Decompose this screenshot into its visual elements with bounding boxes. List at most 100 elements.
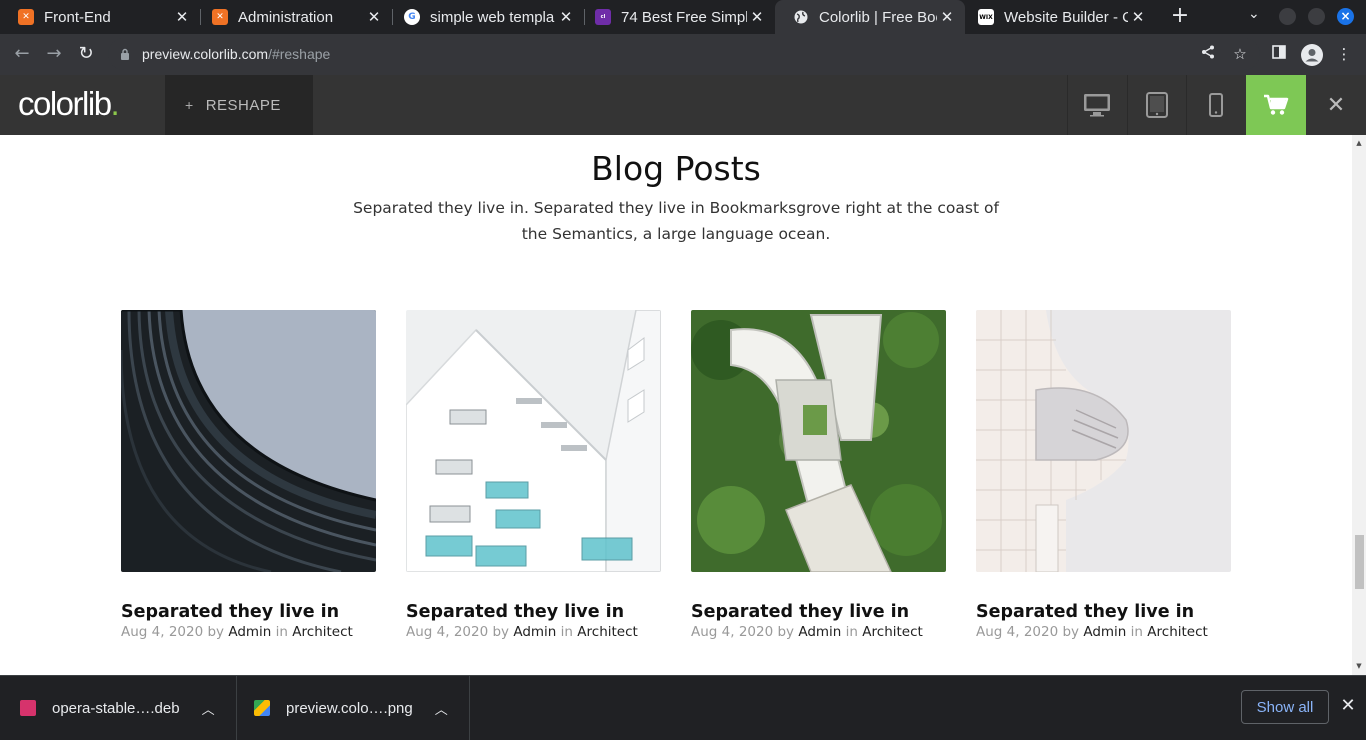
chevron-up-icon[interactable]: ︿	[435, 699, 448, 718]
chevron-down-icon[interactable]: ⌄	[1248, 6, 1260, 22]
tablet-icon	[1146, 92, 1168, 118]
close-icon[interactable]: ✕	[364, 8, 384, 26]
colorlib-logo[interactable]: colorlib.	[18, 85, 120, 123]
post-in-label: in	[275, 624, 288, 640]
close-icon[interactable]: ✕	[937, 8, 957, 26]
post-by-label: by	[492, 624, 510, 640]
buy-theme-button[interactable]	[1246, 75, 1306, 135]
post-author[interactable]: Admin	[228, 624, 271, 640]
close-icon[interactable]: ✕	[747, 8, 767, 26]
post-category[interactable]: Architect	[292, 624, 353, 640]
desktop-view-button[interactable]	[1067, 75, 1126, 135]
download-filename: preview.colo….png	[286, 699, 413, 717]
download-item[interactable]: opera-stable….deb ︿	[20, 676, 215, 740]
address-bar[interactable]: preview.colorlib.com/#reshape	[108, 38, 1260, 70]
back-arrow-icon[interactable]: ←	[11, 43, 33, 65]
tab-administration[interactable]: ✕ Administration ✕	[194, 0, 392, 34]
desktop-icon	[1084, 94, 1110, 117]
plus-icon: +	[185, 97, 194, 113]
minimize-button[interactable]	[1279, 8, 1296, 25]
url-host: preview.colorlib.com	[142, 46, 269, 62]
scroll-up-arrow-icon[interactable]: ▲	[1355, 139, 1363, 147]
side-panel-icon[interactable]	[1269, 44, 1289, 64]
tab-74-best-free-simple[interactable]: cl 74 Best Free Simple ✕	[577, 0, 775, 34]
chevron-up-icon[interactable]: ︿	[202, 699, 215, 718]
scroll-down-arrow-icon[interactable]: ▼	[1355, 662, 1363, 670]
url-text: preview.colorlib.com/#reshape	[142, 46, 330, 62]
post-category[interactable]: Architect	[862, 624, 923, 640]
more-menu-icon[interactable]: ⋮	[1334, 44, 1354, 64]
blog-image-curved-white-building[interactable]	[976, 310, 1231, 572]
wix-icon: WIX	[978, 9, 994, 25]
post-meta: Aug 4, 2020 by Admin in Architect	[406, 624, 661, 640]
tablet-view-button[interactable]	[1127, 75, 1186, 135]
profile-avatar-icon[interactable]	[1301, 44, 1323, 66]
post-date[interactable]: Aug 4, 2020	[406, 624, 488, 640]
new-tab-button[interactable]: +	[1168, 4, 1192, 30]
close-icon[interactable]: ✕	[172, 8, 192, 26]
post-title[interactable]: Separated they live in	[691, 602, 946, 622]
forward-arrow-icon[interactable]: →	[43, 43, 65, 65]
post-title[interactable]: Separated they live in	[121, 602, 376, 622]
reshape-label: RESHAPE	[205, 96, 281, 114]
logo-dot: .	[110, 85, 120, 122]
maximize-button[interactable]	[1308, 8, 1325, 25]
close-icon[interactable]: ✕	[1128, 8, 1148, 26]
star-icon[interactable]: ☆	[1230, 44, 1250, 64]
tab-title: Administration	[238, 8, 334, 26]
post-by-label: by	[1062, 624, 1080, 640]
post-meta: Aug 4, 2020 by Admin in Architect	[976, 624, 1231, 640]
scrollbar-thumb[interactable]	[1355, 535, 1364, 589]
reload-icon[interactable]: ↻	[75, 43, 97, 65]
post-date[interactable]: Aug 4, 2020	[976, 624, 1058, 640]
show-all-downloads-button[interactable]: Show all	[1241, 690, 1329, 724]
tab-simple-web-templates[interactable]: G simple web templa ✕	[386, 0, 584, 34]
preview-bar: colorlib. + RESHAPE ✕	[0, 75, 1366, 135]
post-in-label: in	[560, 624, 573, 640]
post-category[interactable]: Architect	[1147, 624, 1208, 640]
post-author[interactable]: Admin	[1083, 624, 1126, 640]
xampp-icon: ✕	[18, 9, 34, 25]
download-item[interactable]: preview.colo….png ︿	[254, 676, 448, 740]
lock-icon	[120, 48, 132, 60]
tab-website-builder[interactable]: WIX Website Builder - C ✕	[960, 0, 1156, 34]
logo-text: colorlib	[18, 85, 112, 122]
page-scrollbar[interactable]: ▲ ▼	[1352, 135, 1366, 675]
close-icon[interactable]: ✕	[556, 8, 576, 26]
post-in-label: in	[1130, 624, 1143, 640]
post-by-label: by	[777, 624, 795, 640]
tab-colorlib-active[interactable]: Colorlib | Free Boo ✕	[775, 0, 965, 34]
tab-title: 74 Best Free Simple	[621, 8, 747, 26]
mobile-view-button[interactable]	[1186, 75, 1245, 135]
google-icon: G	[404, 9, 420, 25]
post-date[interactable]: Aug 4, 2020	[691, 624, 773, 640]
window-close-button[interactable]: ×	[1337, 8, 1354, 25]
page-content: Blog Posts Separated they live in. Separ…	[0, 135, 1352, 675]
close-icon[interactable]: ✕	[1338, 696, 1358, 716]
post-author[interactable]: Admin	[798, 624, 841, 640]
blog-card: Separated they live in Aug 4, 2020 by Ad…	[976, 310, 1231, 640]
tab-title: simple web templa	[430, 8, 555, 26]
url-path: /#reshape	[268, 46, 331, 62]
post-category[interactable]: Architect	[577, 624, 638, 640]
tab-title: Front-End	[44, 8, 111, 26]
share-icon[interactable]	[1198, 44, 1218, 64]
close-preview-icon[interactable]: ✕	[1306, 75, 1366, 135]
post-author[interactable]: Admin	[513, 624, 556, 640]
section-subtitle: Separated they live in. Separated they l…	[353, 199, 999, 243]
tab-title: Website Builder - C	[1004, 8, 1128, 26]
xampp-icon: ✕	[212, 9, 228, 25]
reshape-theme-button[interactable]: + RESHAPE	[165, 75, 313, 135]
mobile-icon	[1209, 93, 1223, 117]
post-title[interactable]: Separated they live in	[406, 602, 661, 622]
post-by-label: by	[207, 624, 225, 640]
post-title[interactable]: Separated they live in	[976, 602, 1231, 622]
blog-image-white-building[interactable]	[406, 310, 661, 572]
blog-card: Separated they live in Aug 4, 2020 by Ad…	[121, 310, 376, 640]
blog-image-aerial-building[interactable]	[691, 310, 946, 572]
image-file-icon	[254, 700, 270, 716]
post-date[interactable]: Aug 4, 2020	[121, 624, 203, 640]
post-in-label: in	[845, 624, 858, 640]
blog-image-curved-facade[interactable]	[121, 310, 376, 572]
tab-front-end[interactable]: ✕ Front-End ✕	[0, 0, 200, 34]
